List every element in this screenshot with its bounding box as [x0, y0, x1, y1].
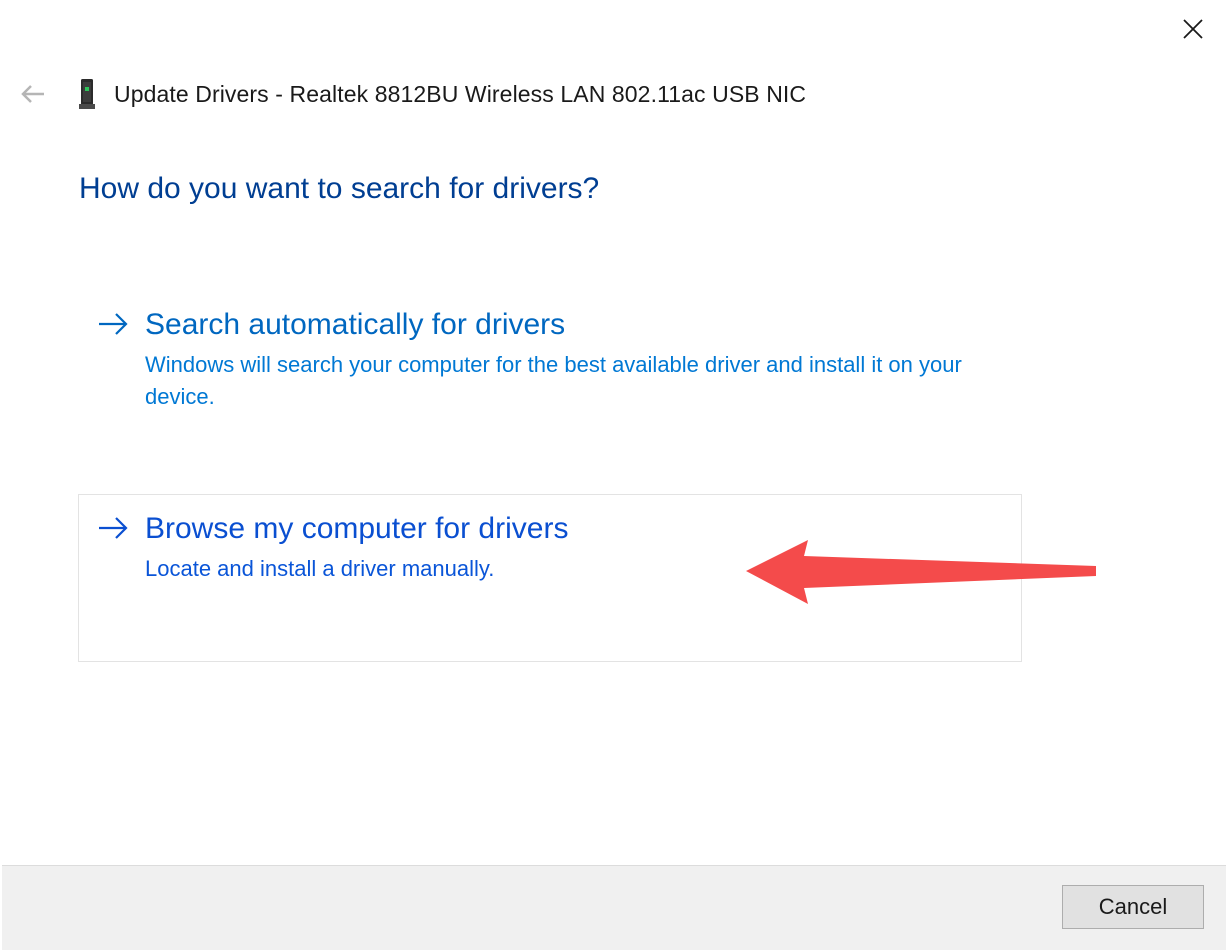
close-icon	[1183, 19, 1203, 39]
option-description: Windows will search your computer for th…	[145, 352, 962, 409]
window-title: Update Drivers - Realtek 8812BU Wireless…	[114, 80, 807, 107]
search-automatically-option[interactable]: Search automatically for drivers Windows…	[78, 290, 1022, 430]
dialog-header: Update Drivers - Realtek 8812BU Wireless…	[18, 72, 806, 116]
update-drivers-dialog: Update Drivers - Realtek 8812BU Wireless…	[0, 0, 1228, 950]
cancel-button[interactable]: Cancel	[1062, 885, 1204, 929]
close-button[interactable]	[1178, 14, 1208, 44]
page-title: How do you want to search for drivers?	[79, 172, 600, 205]
network-adapter-icon	[76, 79, 98, 109]
back-button[interactable]	[18, 79, 48, 109]
red-pointer-arrow-icon	[746, 540, 1096, 604]
right-arrow-icon	[99, 313, 128, 335]
back-arrow-icon	[21, 85, 44, 103]
right-arrow-icon	[99, 517, 128, 539]
option-title: Search automatically for drivers	[145, 308, 566, 341]
dialog-footer: Cancel	[2, 865, 1226, 950]
